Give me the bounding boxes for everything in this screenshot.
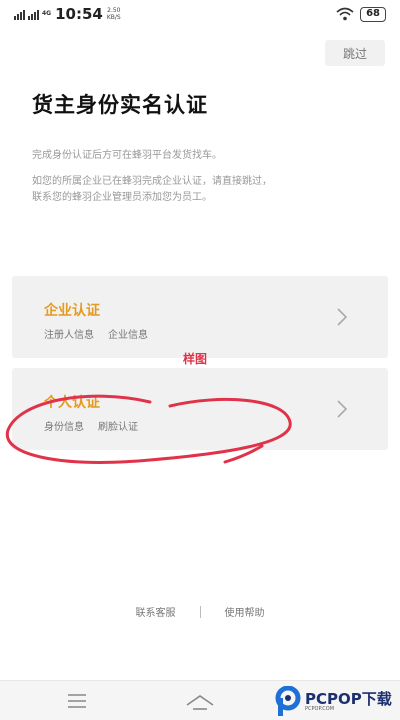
- chevron-right-icon: [337, 308, 348, 326]
- company-auth-sub-2: 企业信息: [108, 330, 148, 341]
- description-line-3: 联系您的蜂羽企业管理员添加您为员工。: [32, 192, 212, 203]
- status-time: 10:54: [55, 5, 103, 23]
- speed-value: 2.50: [107, 7, 121, 14]
- pcpop-watermark: PCPOP下载 PCPOP.COM: [275, 684, 400, 720]
- status-bar: 4G 10:54 2.50 KB/S 68: [0, 0, 400, 28]
- wifi-icon: [336, 7, 354, 21]
- description-line-2: 如您的所属企业已在蜂羽完成企业认证，请直接跳过，: [32, 176, 272, 187]
- page-title: 货主身份实名认证: [32, 93, 208, 117]
- speed-unit: KB/S: [106, 14, 121, 21]
- watermark-brand: PCPOP下载: [305, 689, 392, 708]
- battery-icon: 68: [360, 6, 386, 22]
- company-auth-card[interactable]: 企业认证 注册人信息 企业信息: [12, 276, 388, 358]
- company-auth-sub-1: 注册人信息: [44, 330, 94, 341]
- network-speed: 2.50 KB/S: [107, 7, 121, 21]
- signal-icon-2: [28, 8, 39, 20]
- personal-auth-sub-2: 刷脸认证: [98, 422, 138, 433]
- contact-service-link[interactable]: 联系客服: [136, 604, 176, 619]
- chevron-right-icon: [337, 400, 348, 418]
- network-type: 4G: [42, 10, 52, 17]
- footer-divider: [199, 605, 201, 618]
- description-block: 如您的所属企业已在蜂羽完成企业认证，请直接跳过， 联系您的蜂羽企业管理员添加您为…: [32, 174, 272, 206]
- personal-auth-sub-1: 身份信息: [44, 422, 84, 433]
- watermark-text: PCPOP下载 PCPOP.COM: [305, 689, 392, 713]
- menu-icon[interactable]: [68, 694, 86, 708]
- help-link[interactable]: 使用帮助: [225, 604, 265, 619]
- footer-links: 联系客服 使用帮助: [0, 604, 400, 619]
- personal-auth-card[interactable]: 个人认证 身份信息 刷脸认证: [12, 368, 388, 450]
- home-icon[interactable]: [185, 691, 215, 711]
- company-auth-title: 企业认证: [44, 303, 100, 319]
- personal-auth-title: 个人认证: [44, 395, 100, 411]
- pcpop-logo-icon: [275, 686, 301, 716]
- company-auth-subtitle: 注册人信息 企业信息: [44, 326, 148, 341]
- sample-annotation-label: 样图: [183, 352, 208, 366]
- description-line-1: 完成身份认证后方可在蜂羽平台发货找车。: [32, 150, 222, 161]
- skip-button[interactable]: 跳过: [325, 40, 385, 66]
- personal-auth-subtitle: 身份信息 刷脸认证: [44, 418, 138, 433]
- signal-icon: [14, 8, 25, 20]
